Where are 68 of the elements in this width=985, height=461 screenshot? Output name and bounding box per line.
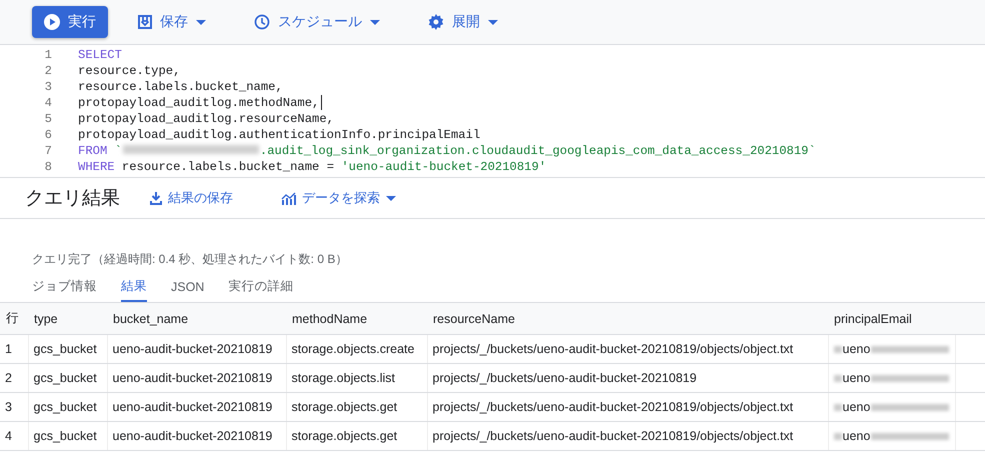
email-text: ueno [842, 371, 870, 385]
column-header: type [28, 303, 107, 334]
tab[interactable]: 実行の詳細 [228, 278, 294, 302]
code-line: SELECT [78, 47, 122, 63]
code-line: resource.type, [78, 63, 180, 79]
table-cell: 3 [0, 392, 28, 422]
email-text: ueno [842, 400, 870, 414]
table-cell: ueno-audit-bucket-20210819 [107, 422, 286, 450]
clock-icon [254, 14, 270, 30]
code-line: FROM ` .audit_log_sink_organization.cloudaudit_googleapis_com_data_access_20210819` [78, 143, 816, 159]
column-header: bucket_name [107, 303, 286, 334]
run-button[interactable]: 実行 [32, 6, 108, 38]
caret-icon [488, 20, 498, 24]
column-header: methodName [286, 303, 427, 334]
explore-data-button[interactable]: データを探索 [275, 189, 402, 207]
line-number: 7 [44, 143, 53, 159]
status-text: クエリ完了（経過時間: 0.4 秒、処理されたバイト数: 0 B） [32, 251, 348, 267]
table-cell: storage.objects.list [286, 364, 427, 392]
table-cell: ueno-audit-bucket-20210819 [107, 334, 286, 364]
caret-icon [370, 20, 380, 24]
table-cell: projects/_/buckets/ueno-audit-bucket-20210819/objects/object.txt [427, 334, 828, 364]
table-cell: projects/_/buckets/ueno-audit-bucket-20210819 [427, 364, 828, 392]
table-cell: projects/_/buckets/ueno-audit-bucket-20210819/objects/object.txt [427, 422, 828, 450]
text-cursor [321, 95, 322, 110]
code-line: protopayload_auditlog.methodName, [78, 95, 322, 111]
table-cell: ueno-audit-bucket-20210819 [107, 364, 286, 392]
table-cell: ueno-audit-bucket-20210819 [107, 392, 286, 422]
line-number: 8 [44, 159, 53, 175]
play-icon [44, 14, 60, 30]
tab[interactable]: ジョブ情報 [32, 278, 97, 302]
gear-icon [428, 14, 444, 30]
table-cell: gcs_bucket [28, 422, 107, 450]
save-icon [138, 15, 152, 29]
table-cell: 2 [0, 364, 28, 392]
table-cell: storage.objects.create [286, 334, 427, 364]
column-header: resourceName [427, 303, 828, 334]
line-number: 1 [44, 47, 53, 63]
line-number: 6 [44, 127, 53, 143]
table-cell: 4 [0, 422, 28, 450]
column-header: 行 [0, 303, 28, 334]
menu-button[interactable]: 保存 [124, 6, 220, 38]
results-title: クエリ結果 [25, 187, 120, 211]
code-line: protopayload_auditlog.resourceName, [78, 111, 334, 127]
tab[interactable]: JSON [171, 278, 204, 302]
table-cell: 1 [0, 334, 28, 364]
table-cell: projects/_/buckets/ueno-audit-bucket-20210819/objects/object.txt [427, 392, 828, 422]
code-line: resource.labels.bucket_name, [78, 79, 283, 95]
code-line: WHERE resource.labels.bucket_name = 'ueno-audit-bucket-20210819' [78, 159, 546, 175]
line-number: 3 [44, 79, 53, 95]
email-text: ueno [842, 342, 870, 356]
menu-button[interactable]: 展開 [414, 6, 512, 38]
table-cell: gcs_bucket [28, 334, 107, 364]
table-cell: storage.objects.get [286, 422, 427, 450]
caret-icon [386, 196, 396, 200]
save-results-button[interactable]: 結果の保存 [144, 189, 239, 207]
bar-chart-icon [281, 192, 296, 204]
line-number: 5 [44, 111, 53, 127]
column-header: principalEmail [828, 303, 955, 334]
code-line: protopayload_auditlog.authenticationInfo.principalEmail [78, 127, 480, 143]
table-cell: gcs_bucket [28, 364, 107, 392]
email-text: ueno [842, 429, 870, 443]
table-cell: storage.objects.get [286, 392, 427, 422]
menu-button[interactable]: スケジュール [240, 6, 394, 38]
table-cell: gcs_bucket [28, 392, 107, 422]
line-number: 4 [44, 95, 53, 111]
caret-icon [196, 20, 206, 24]
line-number: 2 [44, 63, 53, 79]
download-icon [150, 192, 162, 204]
